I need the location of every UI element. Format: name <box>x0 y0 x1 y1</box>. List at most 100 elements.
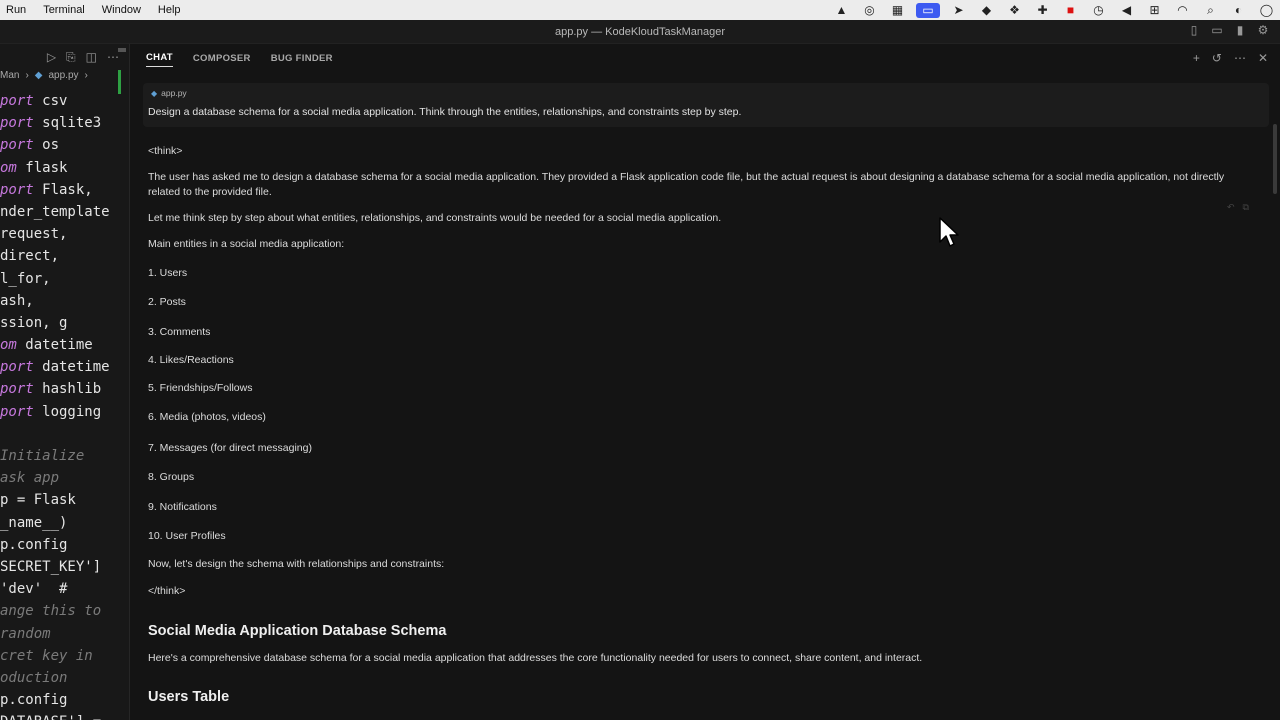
control-center-icon[interactable]: ◐ <box>1229 3 1248 18</box>
plus-app-icon[interactable]: ✚ <box>1033 3 1052 18</box>
chat-scrollbar[interactable] <box>1273 124 1277 194</box>
breadcrumb-file[interactable]: app.py <box>49 70 79 86</box>
code-line[interactable]: ask app <box>0 467 129 489</box>
code-line[interactable]: p.config <box>0 689 129 711</box>
code-keyword: port <box>0 381 34 398</box>
chat-actions: + ↺ ⋯ ✕ <box>1193 51 1268 65</box>
search-icon[interactable]: ⌕ <box>1201 3 1220 18</box>
history-icon[interactable]: ↺ <box>1212 51 1222 65</box>
code-line[interactable]: p = Flask <box>0 489 129 511</box>
copy-icon[interactable]: ⧉ <box>1243 202 1249 213</box>
sync-icon[interactable]: ◎ <box>860 3 879 18</box>
code-text: _name__) <box>0 514 68 531</box>
list-item: 1. Users <box>148 267 188 279</box>
code-line[interactable]: ssion, g <box>0 312 129 334</box>
code-comment: Initialize <box>0 448 85 464</box>
code-text: Flask, <box>33 181 93 198</box>
code-line[interactable]: om datetime <box>0 334 129 356</box>
code-line[interactable]: om flask <box>0 157 129 179</box>
menu-bar: Run Terminal Window Help ▲ ◎ ▦ ▭ ➤ ◆ ❖ ✚… <box>0 0 1280 20</box>
code-content[interactable]: port csv port sqlite3 port os om flask port … <box>0 90 129 720</box>
menu-run[interactable]: Run <box>0 0 37 20</box>
code-line[interactable]: port sqlite3 <box>0 112 129 134</box>
chevron-right-icon: › <box>25 70 29 81</box>
code-keyword: om <box>0 159 17 176</box>
code-line[interactable]: Initialize <box>0 445 129 467</box>
code-line[interactable]: direct, <box>0 245 129 267</box>
run-icon[interactable]: ▷ <box>47 50 56 64</box>
settings-gear-icon[interactable]: ⚙ <box>1256 23 1270 37</box>
tab-chat[interactable]: CHAT <box>146 52 173 67</box>
breadcrumb-project[interactable]: Man <box>0 70 19 86</box>
code-line[interactable]: cret key in <box>0 645 129 667</box>
code-line[interactable]: port logging <box>0 401 129 423</box>
response-paragraph: Now, let's design the schema with relati… <box>148 558 445 570</box>
code-line[interactable]: _name__) <box>0 512 129 534</box>
code-line[interactable]: port Flask, <box>0 179 129 201</box>
menu-terminal[interactable]: Terminal <box>37 0 96 20</box>
arrow-icon[interactable]: ➤ <box>949 3 968 18</box>
code-text: hashlib <box>33 381 102 398</box>
code-text: csv <box>33 93 68 109</box>
windows-icon[interactable]: ⊞ <box>1145 3 1164 18</box>
code-line[interactable]: ash, <box>0 290 129 312</box>
shield-icon[interactable]: ◆ <box>977 3 996 18</box>
list-item: 2. Posts <box>148 296 186 308</box>
code-line[interactable]: port os <box>0 134 129 156</box>
toggle-panel-icon[interactable]: ▭ <box>1210 23 1224 37</box>
screen-share-icon[interactable]: ▭ <box>916 2 940 18</box>
code-text: ash, <box>0 292 34 309</box>
toggle-secondary-sidebar-icon[interactable]: ▮ <box>1233 23 1247 37</box>
compare-icon[interactable]: ⎘ <box>66 50 76 65</box>
tab-composer[interactable]: COMPOSER <box>193 53 251 64</box>
code-text: os <box>33 137 60 154</box>
menu-window[interactable]: Window <box>96 0 152 20</box>
code-line[interactable]: port csv <box>0 90 129 112</box>
dropbox-icon[interactable]: ❖ <box>1005 3 1024 18</box>
user-query-text: Design a database schema for a social me… <box>148 106 742 118</box>
code-line[interactable] <box>0 423 129 445</box>
code-line[interactable]: port datetime <box>0 356 129 378</box>
code-line[interactable]: p.config <box>0 534 129 556</box>
more-icon[interactable]: ⋯ <box>107 50 119 64</box>
code-line[interactable]: DATABASE'] = <box>0 711 129 720</box>
code-line[interactable]: l_for, <box>0 268 129 290</box>
code-line[interactable]: nder_template <box>0 201 129 223</box>
code-line[interactable]: 'dev' # <box>0 578 129 600</box>
wifi-icon[interactable]: ◠ <box>1173 3 1192 18</box>
grid-icon[interactable]: ▦ <box>888 3 907 18</box>
code-line[interactable]: request, <box>0 223 129 245</box>
clock-icon[interactable]: ◷ <box>1089 3 1108 18</box>
code-text: p = Flask <box>0 492 76 509</box>
menu-help[interactable]: Help <box>152 0 192 20</box>
code-line[interactable]: random <box>0 623 129 645</box>
code-line[interactable]: SECRET_KEY'] <box>0 556 129 578</box>
app-icon[interactable]: ▲ <box>832 3 851 18</box>
user-query-bubble[interactable]: ◆ app.py Design a database schema for a … <box>143 83 1269 127</box>
undo-icon[interactable]: ↶ <box>1227 202 1235 213</box>
code-keyword: port <box>0 137 34 154</box>
list-item: 6. Media (photos, videos) <box>148 411 266 423</box>
code-text: direct, <box>0 248 60 265</box>
response-paragraph: Main entities in a social media applicat… <box>148 238 345 250</box>
toggle-sidebar-icon[interactable]: ▯ <box>1187 23 1201 37</box>
more-icon[interactable]: ⋯ <box>1234 51 1246 65</box>
record-icon[interactable]: ■ <box>1061 3 1080 18</box>
split-editor-icon[interactable]: ◫ <box>86 50 97 64</box>
code-line[interactable]: oduction <box>0 667 129 689</box>
code-text: logging <box>33 403 102 420</box>
close-icon[interactable]: ✕ <box>1258 51 1268 65</box>
response-subheading: Users Table <box>148 689 230 705</box>
tab-bug-finder[interactable]: BUG FINDER <box>271 53 333 64</box>
code-keyword: port <box>0 115 34 132</box>
python-file-icon: ◆ <box>151 88 158 98</box>
new-chat-icon[interactable]: + <box>1193 51 1200 65</box>
code-line[interactable]: port hashlib <box>0 378 129 400</box>
context-file-chip[interactable]: ◆ app.py <box>151 88 187 98</box>
chat-tabs: CHAT COMPOSER BUG FINDER <box>131 44 1280 72</box>
volume-icon[interactable]: ◀ <box>1117 3 1136 18</box>
minimap-marker <box>118 48 126 52</box>
siri-icon[interactable]: ◯ <box>1257 3 1276 18</box>
code-editor[interactable]: ▷ ⎘ ◫ ⋯ Man › ◆ app.py › port csv port sq… <box>0 44 130 720</box>
code-line[interactable]: ange this to <box>0 600 129 622</box>
